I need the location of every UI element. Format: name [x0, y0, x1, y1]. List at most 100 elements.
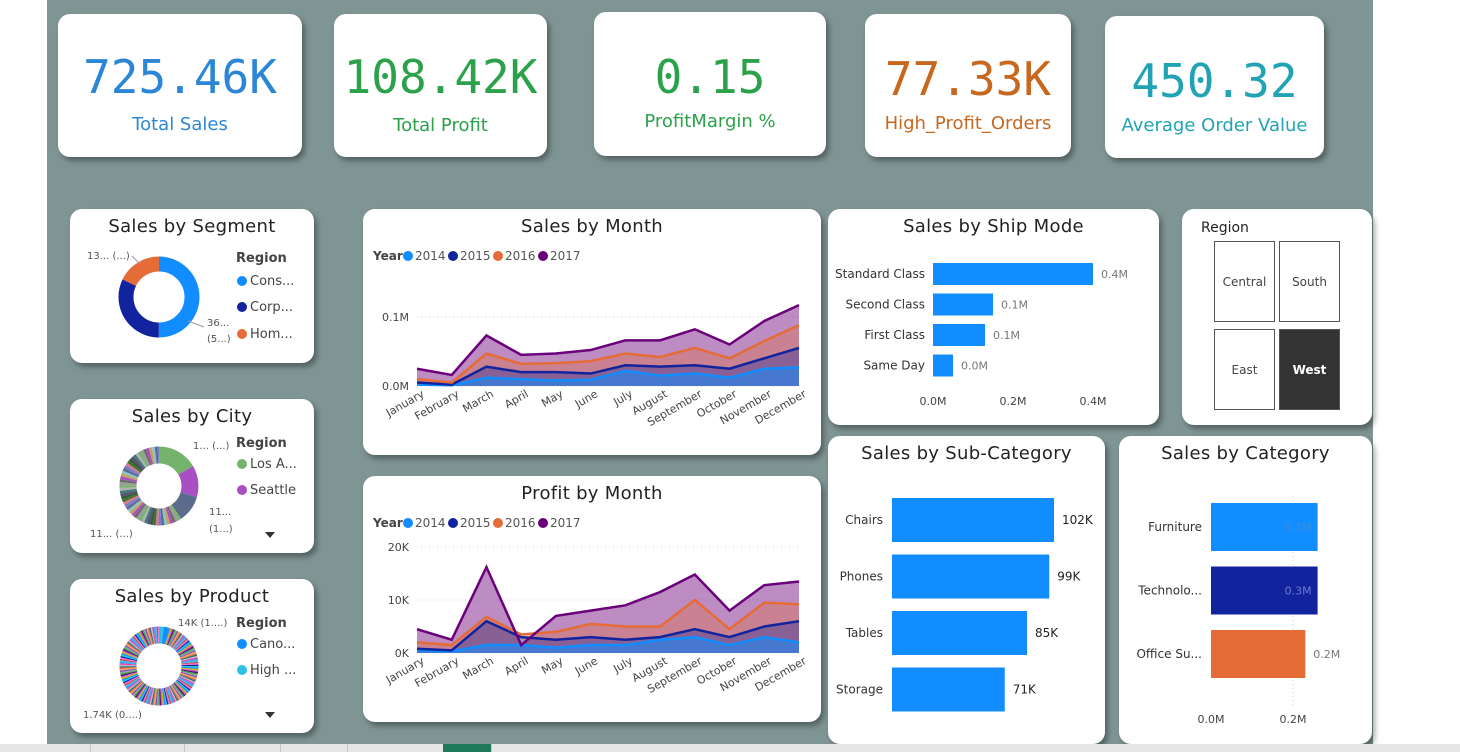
kpi-profit-margin[interactable]: 0.15 ProfitMargin % — [594, 12, 826, 156]
data-label: 0.1M — [1001, 299, 1028, 312]
bar[interactable] — [933, 293, 993, 316]
legend-title: Year — [372, 516, 403, 530]
sales-by-ship-mode-card[interactable]: Sales by Ship Mode 0.0M 0.2M 0.4M Standard … — [828, 209, 1159, 425]
category-label: Storage — [836, 683, 883, 697]
legend-item[interactable]: 2015 — [460, 249, 491, 263]
slicer-option-east[interactable]: East — [1214, 329, 1275, 410]
kpi-label: Total Sales — [132, 114, 228, 135]
data-label: 0.3M — [1285, 521, 1312, 534]
kpi-total-sales[interactable]: 725.46K Total Sales — [58, 14, 302, 157]
sales-by-segment-card[interactable]: Sales by Segment 13... (...) 36... (5...… — [70, 209, 314, 363]
sales-by-month-card[interactable]: Sales by Month Year 2014 2015 2016 2017 0.0M 0… — [363, 209, 821, 455]
page-tab[interactable] — [91, 744, 185, 752]
legend-item[interactable]: 2017 — [550, 249, 581, 263]
legend-marker — [493, 518, 503, 528]
sales-by-product-card[interactable]: Sales by Product 14K (1....) 1.74K (0...… — [70, 579, 314, 733]
legend-marker — [237, 485, 247, 495]
bar[interactable] — [892, 554, 1050, 599]
kpi-high-profit-orders[interactable]: 77.33K High_Profit_Orders — [865, 14, 1071, 157]
legend-item[interactable]: Los A... — [250, 457, 297, 472]
kpi-label: High_Profit_Orders — [884, 113, 1052, 134]
bar[interactable] — [933, 324, 985, 346]
legend-item[interactable]: 2014 — [415, 249, 446, 263]
legend-item[interactable]: Cons... — [250, 274, 294, 289]
legend-item[interactable]: Corp... — [250, 300, 293, 315]
page-tab[interactable] — [185, 744, 281, 752]
product-donut-svg: 14K (1....) 1.74K (0....) Region Cano...… — [83, 616, 296, 721]
slicer-option-west[interactable]: West — [1279, 329, 1340, 410]
x-tick-label: 0.2M — [1000, 395, 1027, 408]
legend-marker — [538, 251, 548, 261]
bar[interactable] — [933, 263, 1093, 285]
page-tab-active[interactable] — [443, 744, 492, 752]
kpi-label: Average Order Value — [1121, 115, 1308, 136]
donut-label: (1...) — [209, 524, 233, 535]
legend-item[interactable]: Hom... — [250, 327, 293, 342]
data-label: 0.3M — [1285, 585, 1312, 598]
legend-item[interactable]: 2014 — [415, 516, 446, 530]
data-label: 71K — [1013, 683, 1037, 697]
kpi-value: 108.42K — [343, 50, 538, 104]
product-donut-ring[interactable] — [119, 626, 199, 706]
legend-item[interactable]: Cano... — [250, 637, 295, 652]
ship-mode-bar-chart: 0.0M 0.2M 0.4M Standard Class 0.4M Second Cla… — [835, 263, 1128, 408]
data-label: 102K — [1062, 513, 1094, 527]
slicer-option-south[interactable]: South — [1279, 241, 1340, 322]
legend-scroll-down-icon[interactable] — [265, 532, 275, 538]
city-donut-ring[interactable] — [119, 446, 199, 526]
x-tick-label: May — [539, 654, 566, 677]
x-tick-label: April — [502, 654, 530, 678]
category-label: Chairs — [845, 513, 883, 527]
legend-title: Year — [372, 249, 403, 263]
x-tick-label: April — [502, 387, 530, 411]
bar[interactable] — [892, 611, 1027, 655]
category-label: First Class — [864, 328, 925, 342]
data-label: 0.0M — [961, 360, 988, 373]
kpi-value: 77.33K — [884, 52, 1052, 106]
legend-item[interactable]: 2017 — [550, 516, 581, 530]
x-tick-label: March — [460, 654, 496, 682]
bar[interactable] — [933, 354, 953, 377]
kpi-total-profit[interactable]: 108.42K Total Profit — [334, 14, 547, 157]
legend-marker — [237, 459, 247, 469]
chart-legend: Year 2014 2015 2016 2017 — [372, 516, 581, 530]
category-label: Standard Class — [835, 267, 925, 281]
profit-by-month-card[interactable]: Profit by Month Year 2014 2015 2016 2017 0K 10… — [363, 476, 821, 722]
legend-item[interactable]: High ... — [250, 663, 296, 678]
x-tick-label: 0.4M — [1080, 395, 1107, 408]
x-tick-label: May — [539, 387, 566, 410]
sales-by-sub-category-card[interactable]: Sales by Sub-Category Chairs 102K Phones 99… — [828, 436, 1105, 744]
category-label: Office Su... — [1136, 647, 1202, 661]
legend-marker — [538, 518, 548, 528]
legend-marker — [237, 276, 247, 286]
page-tab[interactable] — [0, 744, 91, 752]
chart-legend: Year 2014 2015 2016 2017 — [372, 249, 581, 263]
bar[interactable] — [892, 667, 1005, 712]
x-tick-label: 0.2M — [1280, 713, 1307, 726]
legend-marker — [237, 665, 247, 675]
bar[interactable] — [892, 498, 1054, 542]
category-label: Phones — [840, 570, 883, 584]
legend-item[interactable]: 2015 — [460, 516, 491, 530]
page-tab[interactable] — [281, 744, 348, 752]
legend-item[interactable]: 2016 — [505, 249, 536, 263]
category-label: Same Day — [863, 359, 925, 373]
legend-title: Region — [236, 436, 287, 451]
sub-category-bar-chart: Chairs 102K Phones 99K Tables 85K Storage 71K — [836, 498, 1094, 712]
legend-item[interactable]: 2016 — [505, 516, 536, 530]
kpi-value: 0.15 — [654, 50, 766, 104]
slicer-option-central[interactable]: Central — [1214, 241, 1275, 322]
x-tick-label: June — [572, 654, 600, 678]
legend-title: Region — [236, 251, 287, 266]
donut-label: 11... (...) — [90, 529, 133, 540]
donut-label: 36... — [207, 318, 229, 329]
kpi-average-order-value[interactable]: 450.32 Average Order Value — [1105, 16, 1324, 158]
legend-item[interactable]: Seattle — [250, 483, 296, 498]
city-donut-svg: 1... (...) 11... (1...) 11... (...) Regi… — [90, 436, 297, 540]
sales-by-category-card[interactable]: Sales by Category 0.0M 0.2M Furniture 0.3M T… — [1119, 436, 1372, 744]
sales-by-city-card[interactable]: Sales by City 1... (...) 11... (1...) 11… — [70, 399, 314, 553]
region-slicer[interactable]: Region Central South East West — [1182, 209, 1372, 425]
bar[interactable] — [1211, 630, 1306, 678]
legend-scroll-down-icon[interactable] — [265, 712, 275, 718]
donut-label: 1... (...) — [193, 441, 230, 452]
